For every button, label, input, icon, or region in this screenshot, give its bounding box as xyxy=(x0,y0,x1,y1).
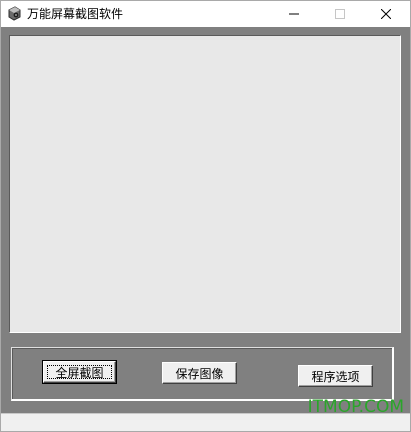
fullscreen-capture-button[interactable]: 全屏截图 xyxy=(42,360,117,384)
maximize-button[interactable] xyxy=(317,1,363,27)
app-window: 万能屏幕截图软件 全屏截图 保存图像 程序选项 ITMOP.COM xyxy=(0,0,411,432)
screenshot-preview[interactable] xyxy=(9,35,401,333)
maximize-icon xyxy=(335,9,345,19)
save-image-button[interactable]: 保存图像 xyxy=(162,362,237,384)
focus-rect xyxy=(47,365,112,379)
window-title: 万能屏幕截图软件 xyxy=(27,7,124,21)
watermark-text: ITMOP.COM xyxy=(307,397,404,417)
program-options-button[interactable]: 程序选项 xyxy=(298,365,373,387)
close-icon xyxy=(381,9,391,19)
program-options-label: 程序选项 xyxy=(311,369,360,384)
client-area: 全屏截图 保存图像 程序选项 xyxy=(1,27,410,431)
camera-cube-icon xyxy=(7,6,22,21)
minimize-button[interactable] xyxy=(271,1,317,27)
save-image-label: 保存图像 xyxy=(175,366,224,381)
close-button[interactable] xyxy=(363,1,409,27)
title-bar[interactable]: 万能屏幕截图软件 xyxy=(1,1,410,27)
minimize-icon xyxy=(289,13,299,15)
